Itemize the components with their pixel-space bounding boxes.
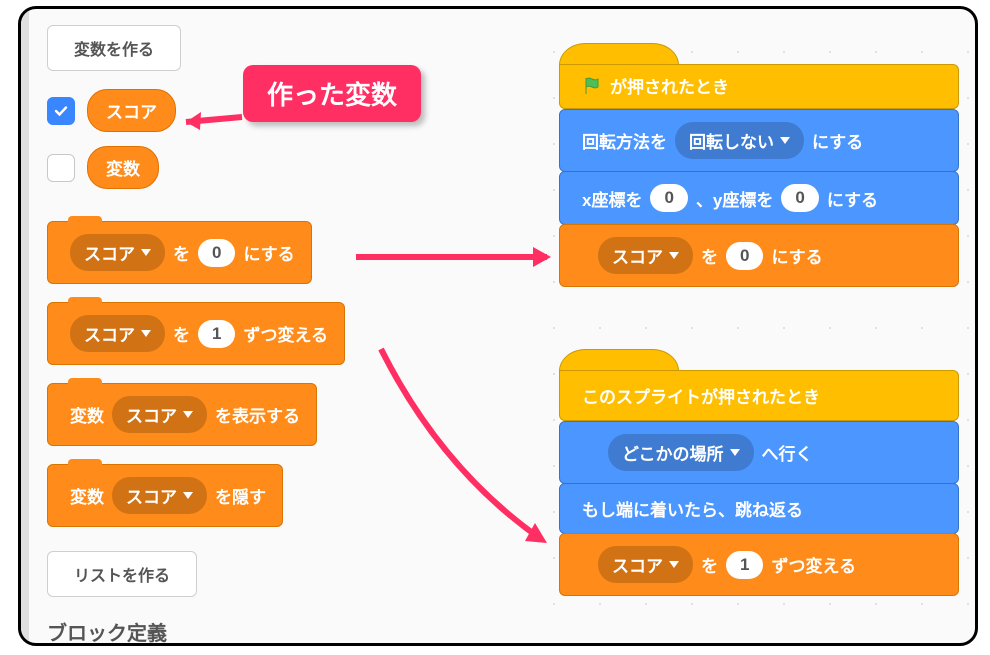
number-input[interactable]: 1 xyxy=(198,320,235,348)
variable-pill-score[interactable]: スコア xyxy=(87,89,176,132)
dropdown-position[interactable]: どこかの場所 xyxy=(608,434,754,471)
chevron-down-icon xyxy=(141,330,151,337)
divider xyxy=(21,9,29,643)
chevron-down-icon xyxy=(730,449,740,456)
block-bounce-edge[interactable]: もし端に着いたら、跳ね返る xyxy=(559,483,959,534)
chevron-down-icon xyxy=(183,411,193,418)
section-title-myblocks: ブロック定義 xyxy=(47,617,167,646)
checkbox-var[interactable] xyxy=(47,154,75,182)
block-set-rotation[interactable]: 回転方法を 回転しない にする xyxy=(559,109,959,172)
block-change-variable[interactable]: スコア を 1 ずつ変える xyxy=(559,533,959,596)
dropdown-rotation[interactable]: 回転しない xyxy=(675,122,804,159)
variable-pill-var[interactable]: 変数 xyxy=(87,146,159,189)
green-flag-icon xyxy=(582,76,602,96)
number-input[interactable]: 1 xyxy=(726,551,763,579)
chevron-down-icon xyxy=(183,492,193,499)
number-input[interactable]: 0 xyxy=(198,239,235,267)
chevron-down-icon xyxy=(669,252,679,259)
script-stack-2[interactable]: このスプライトが押されたとき どこかの場所 へ行く もし端に着いたら、跳ね返る … xyxy=(559,349,959,595)
number-input[interactable]: 0 xyxy=(650,184,687,212)
hat-block-flag[interactable]: が押されたとき xyxy=(559,43,959,109)
dropdown-variable[interactable]: スコア xyxy=(598,546,693,583)
dropdown-variable[interactable]: スコア xyxy=(598,237,693,274)
editor-frame: 変数を作る スコア 変数 スコア を 0 にする スコア を 1 ずつ変える xyxy=(18,6,978,646)
chevron-down-icon xyxy=(141,249,151,256)
hat-block-sprite-clicked[interactable]: このスプライトが押されたとき xyxy=(559,349,959,421)
make-variable-button[interactable]: 変数を作る xyxy=(47,25,181,71)
block-show-variable[interactable]: 変数 スコア を表示する xyxy=(47,383,317,446)
number-input[interactable]: 0 xyxy=(781,184,818,212)
dropdown-variable[interactable]: スコア xyxy=(112,396,207,433)
block-set-variable[interactable]: スコア を 0 にする xyxy=(559,224,959,287)
checkbox-score[interactable] xyxy=(47,97,75,125)
number-input[interactable]: 0 xyxy=(726,242,763,270)
dropdown-variable[interactable]: スコア xyxy=(70,315,165,352)
annotation-callout: 作った変数 xyxy=(243,65,421,122)
make-list-button[interactable]: リストを作る xyxy=(47,551,197,597)
block-hide-variable[interactable]: 変数 スコア を隠す xyxy=(47,464,283,527)
variable-row-var: 変数 xyxy=(47,146,507,189)
chevron-down-icon xyxy=(780,137,790,144)
block-goto-random[interactable]: どこかの場所 へ行く xyxy=(559,421,959,484)
block-goto-xy[interactable]: x座標を 0 、y座標を 0 にする xyxy=(559,171,959,225)
check-icon xyxy=(53,103,69,119)
block-change-variable[interactable]: スコア を 1 ずつ変える xyxy=(47,302,345,365)
dropdown-variable[interactable]: スコア xyxy=(70,234,165,271)
block-set-variable[interactable]: スコア を 0 にする xyxy=(47,221,312,284)
script-stack-1[interactable]: が押されたとき 回転方法を 回転しない にする x座標を 0 、y座標を 0 に… xyxy=(559,43,959,286)
chevron-down-icon xyxy=(669,561,679,568)
dropdown-variable[interactable]: スコア xyxy=(112,477,207,514)
